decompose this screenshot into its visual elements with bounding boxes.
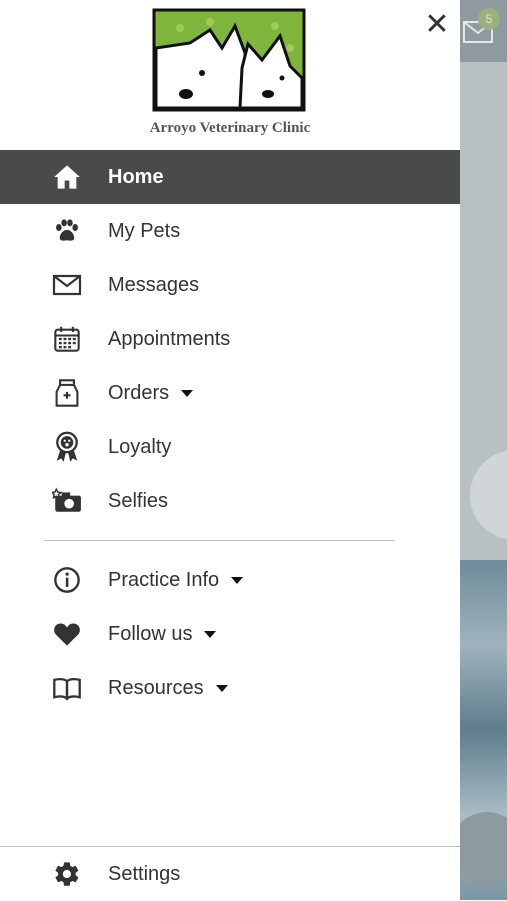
drawer-footer: Settings xyxy=(0,846,460,901)
paw-icon xyxy=(52,216,82,246)
menu-item-label: Home xyxy=(108,165,164,188)
menu-item-resources[interactable]: Resources xyxy=(0,661,460,715)
navigation-drawer: Arroyo Veterinary Clinic ✕ Home My Pets xyxy=(0,0,460,900)
background-fab xyxy=(460,812,507,886)
menu-item-label: Resources xyxy=(108,677,228,700)
menu-divider xyxy=(44,540,394,541)
menu-item-label: Practice Info xyxy=(108,569,244,592)
menu-item-home[interactable]: Home xyxy=(0,150,460,204)
menu-item-my-pets[interactable]: My Pets xyxy=(0,204,460,258)
menu-item-messages[interactable]: Messages xyxy=(0,258,460,312)
clinic-logo: Arroyo Veterinary Clinic xyxy=(150,8,310,142)
chevron-down-icon xyxy=(231,576,244,584)
menu-item-practice-info[interactable]: Practice Info xyxy=(0,553,460,607)
menu-item-label: My Pets xyxy=(108,219,181,242)
chevron-down-icon xyxy=(215,684,228,692)
background-app-bar: 5 xyxy=(460,0,507,62)
secondary-menu: Practice Info Follow us Resources xyxy=(0,553,460,715)
background-circle xyxy=(470,450,507,540)
menu-item-label: Settings xyxy=(108,862,181,885)
menu-item-loyalty[interactable]: Loyalty xyxy=(0,420,460,474)
book-icon xyxy=(52,673,82,703)
menu-item-orders[interactable]: Orders xyxy=(0,366,460,420)
close-icon[interactable]: ✕ xyxy=(420,8,454,42)
award-ribbon-icon xyxy=(52,431,82,462)
menu-item-label: Selfies xyxy=(108,489,169,512)
home-icon xyxy=(52,162,82,192)
gear-icon xyxy=(52,859,82,889)
envelope-icon xyxy=(52,270,82,300)
camera-icon xyxy=(52,486,82,516)
background-badge: 5 xyxy=(478,8,500,30)
menu-item-settings[interactable]: Settings xyxy=(0,847,460,901)
chevron-down-icon xyxy=(204,630,217,638)
menu-item-label: Follow us xyxy=(108,623,217,646)
menu-item-label: Messages xyxy=(108,273,200,296)
clinic-name: Arroyo Veterinary Clinic xyxy=(149,120,311,136)
primary-menu: Home My Pets Messages Appointments Order… xyxy=(0,150,460,528)
menu-item-follow-us[interactable]: Follow us xyxy=(0,607,460,661)
menu-item-label: Appointments xyxy=(108,327,231,350)
background-app: 5 xyxy=(460,0,507,900)
chevron-down-icon xyxy=(181,389,194,397)
food-bag-icon xyxy=(52,378,82,408)
info-icon xyxy=(52,565,82,595)
menu-item-label: Loyalty xyxy=(108,435,172,458)
calendar-icon xyxy=(52,324,82,354)
menu-item-selfies[interactable]: Selfies xyxy=(0,474,460,528)
menu-item-appointments[interactable]: Appointments xyxy=(0,312,460,366)
heart-icon xyxy=(52,619,82,649)
menu-item-label: Orders xyxy=(108,382,194,405)
